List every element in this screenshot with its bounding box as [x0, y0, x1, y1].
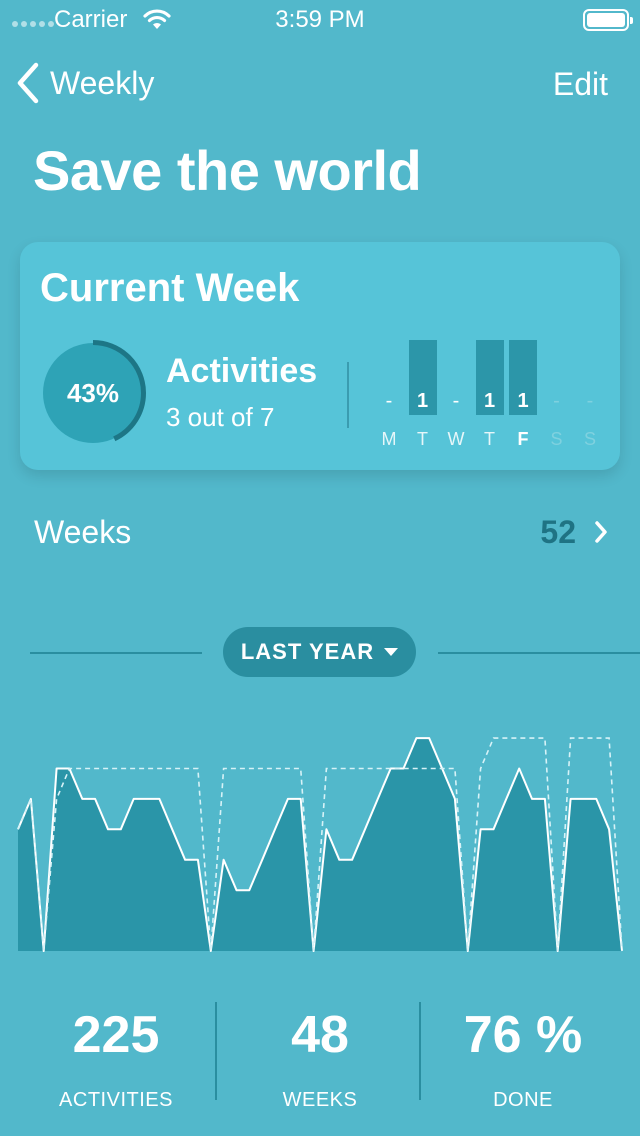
stat-label: ACTIVITIES — [59, 1089, 173, 1111]
stat-done: 76 % DONE — [423, 1005, 623, 1112]
battery-icon — [583, 9, 633, 31]
back-button[interactable]: Weekly — [16, 62, 154, 104]
day-value: 1 — [483, 390, 496, 412]
activities-title: Activities — [166, 352, 318, 390]
day-value: 1 — [517, 390, 529, 412]
day-column: -M — [374, 340, 404, 450]
edit-button[interactable]: Edit — [553, 66, 608, 103]
day-letter: T — [417, 429, 428, 449]
day-letter: T — [484, 429, 495, 449]
range-selector-label: LAST YEAR — [240, 639, 375, 664]
page-title: Save the world — [33, 139, 422, 202]
back-button-label: Weekly — [50, 64, 155, 101]
day-value: - — [385, 390, 393, 412]
stat-activities: 225 ACTIVITIES — [16, 1005, 216, 1112]
day-value: - — [586, 390, 594, 412]
day-column: 1T — [475, 340, 505, 450]
day-column: 1T — [408, 340, 438, 450]
activities-count: 3 out of 7 — [166, 402, 275, 432]
day-letter: M — [381, 429, 397, 449]
activity-chart — [17, 737, 623, 952]
clock: 3:59 PM — [275, 6, 365, 33]
day-column: -S — [575, 340, 605, 450]
day-column: -S — [542, 340, 572, 450]
stat-weeks: 48 WEEKS — [220, 1005, 420, 1112]
day-letter: S — [550, 429, 563, 449]
day-column: -W — [441, 340, 471, 450]
divider-line-right — [438, 652, 640, 654]
stat-label: WEEKS — [282, 1089, 358, 1111]
stat-divider — [215, 1002, 217, 1100]
divider-line-left — [30, 652, 202, 654]
status-bar: Carrier 3:59 PM — [0, 0, 640, 40]
weeks-count: 52 — [540, 514, 576, 550]
stat-value: 76 % — [463, 1006, 583, 1064]
chevron-right-icon[interactable] — [594, 520, 608, 544]
stat-value: 48 — [291, 1006, 349, 1064]
day-letter: W — [447, 429, 465, 449]
stat-value: 225 — [72, 1006, 160, 1064]
current-week-card[interactable]: Current Week 43% Activities 3 out of 7 -… — [20, 242, 620, 470]
chevron-left-icon — [17, 62, 39, 104]
range-selector[interactable]: LAST YEAR — [223, 627, 416, 677]
day-value: - — [553, 390, 560, 412]
day-value: 1 — [416, 390, 429, 412]
stat-divider — [419, 1002, 421, 1100]
day-letter: S — [583, 429, 596, 449]
day-grid: -M1T-W1T1F-S-S — [374, 340, 606, 450]
progress-percent: 43% — [66, 378, 120, 408]
weeks-label[interactable]: Weeks — [34, 514, 131, 551]
day-column: 1F — [508, 340, 538, 450]
day-value: - — [452, 390, 460, 412]
caret-down-icon — [384, 648, 399, 656]
card-title: Current Week — [40, 266, 300, 310]
activities-area — [18, 738, 622, 951]
divider — [347, 362, 349, 428]
day-letter: F — [517, 429, 529, 449]
stat-label: DONE — [493, 1089, 553, 1111]
